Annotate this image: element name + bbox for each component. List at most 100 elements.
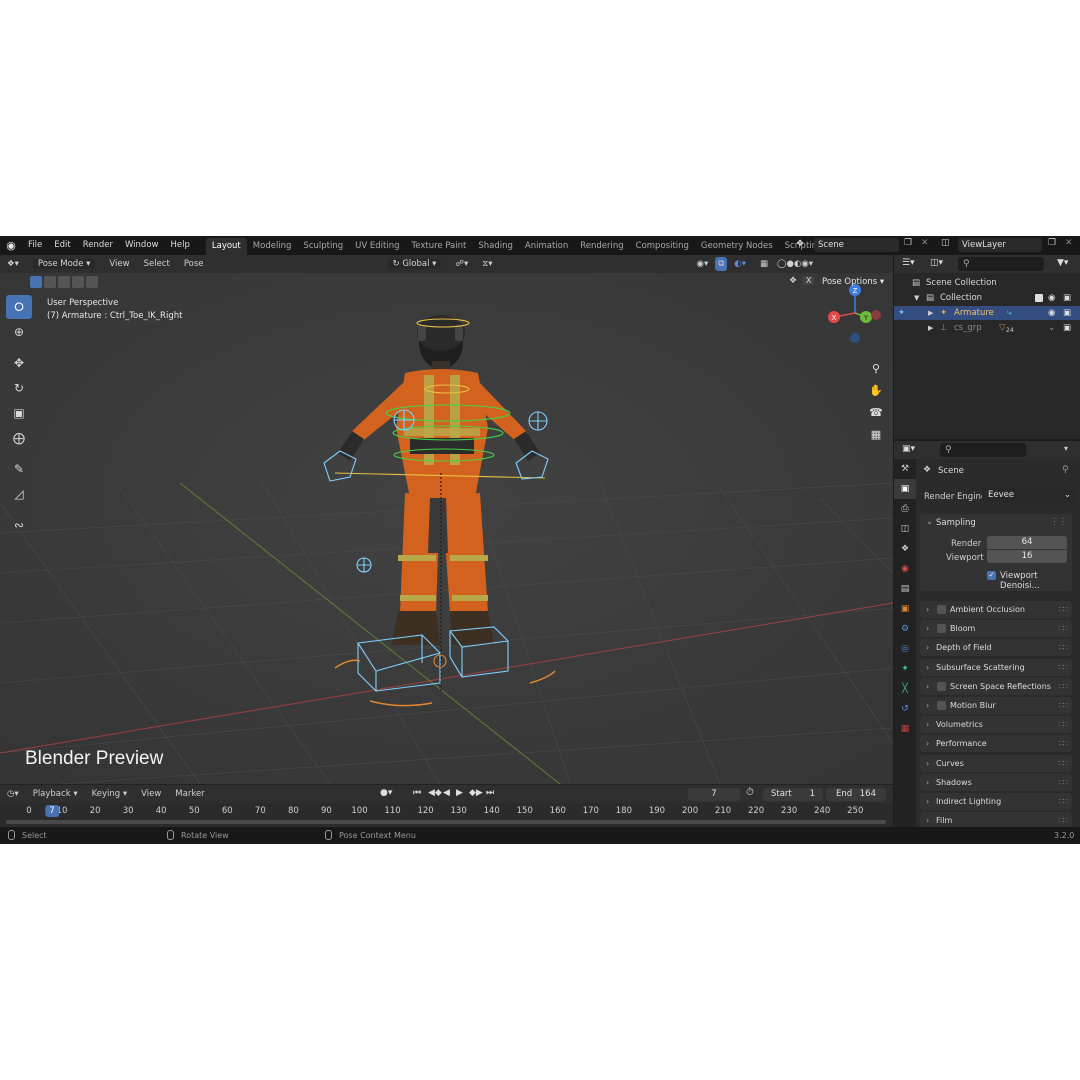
panel-indirect-lighting[interactable]: › Indirect Lighting ∷∷	[920, 793, 1072, 810]
object-tab-icon[interactable]: ▣	[894, 599, 916, 619]
armature-camera-icon[interactable]: ▣	[1063, 306, 1071, 320]
menu-window[interactable]: Window	[119, 236, 165, 255]
chevron-right-icon[interactable]: ›	[926, 697, 929, 714]
panel-drag-grip[interactable]: ∷∷	[1059, 735, 1068, 752]
armature-eye-icon[interactable]: ◉	[1048, 306, 1055, 320]
collection-checkbox[interactable]	[1035, 294, 1043, 302]
timeline-scrollbar[interactable]	[6, 820, 886, 824]
pin-icon[interactable]: ⚲	[1062, 465, 1069, 475]
armature-row[interactable]: ✦ ▶ ✦ Armature ⤷ ◉ ▣	[894, 306, 1080, 320]
menu-timeline-view[interactable]: View	[134, 785, 168, 803]
timeline-editor-icon[interactable]: ◷▾	[0, 785, 26, 803]
tab-rendering[interactable]: Rendering	[574, 238, 629, 255]
visibility-icon[interactable]: ◉▾	[690, 255, 716, 273]
zoom-icon[interactable]: ⚲	[866, 358, 886, 378]
snap-icon[interactable]: ⧖▾	[475, 255, 499, 273]
pose-options-dropdown[interactable]: Pose Options ▾	[822, 277, 884, 287]
jump-start-button[interactable]: ⏮	[413, 788, 421, 798]
scene-copy-icon[interactable]: ❐	[904, 238, 912, 248]
render-tab-icon[interactable]: ▣	[894, 479, 916, 499]
overlay-toggle-icon[interactable]: ◐▾	[727, 255, 753, 273]
pivot-icon[interactable]: ☍▾	[448, 255, 475, 273]
relax-tool[interactable]: ∾	[6, 513, 32, 537]
panel-drag-grip[interactable]: ∷∷	[1059, 697, 1068, 714]
panel-performance[interactable]: › Performance ∷∷	[920, 735, 1072, 753]
3d-viewport[interactable]: Z X Y User Perspective (7) Armature : Ct…	[0, 273, 893, 784]
sampling-chevron-icon[interactable]: ⌄	[926, 517, 933, 527]
panel-depth-of-field[interactable]: › Depth of Field ∷∷	[920, 639, 1072, 657]
prev-keyframe-button[interactable]: ◀◆	[428, 788, 442, 798]
scene-tab-icon[interactable]: ❖	[894, 539, 916, 559]
transform-tool[interactable]: ⨁	[6, 426, 32, 450]
tab-layout[interactable]: Layout	[205, 238, 247, 255]
gizmo-toggle-icon[interactable]: ⧉	[715, 257, 728, 271]
tab-texture-paint[interactable]: Texture Paint	[406, 238, 473, 255]
select-mode-subtract-icon[interactable]	[58, 276, 70, 288]
scale-tool[interactable]: ▣	[6, 401, 32, 425]
view-layer-copy-icon[interactable]: ❐	[1048, 238, 1056, 248]
chevron-right-icon[interactable]: ›	[926, 659, 929, 676]
sampling-title[interactable]: Sampling	[936, 518, 976, 528]
panel-drag-grip[interactable]: ∷∷	[1059, 639, 1068, 656]
view-layer-close-icon[interactable]: ✕	[1065, 238, 1073, 248]
ortho-grid-icon[interactable]: ▦	[866, 424, 886, 444]
blender-logo-icon[interactable]: ◉	[0, 236, 22, 255]
scene-collection-row[interactable]: ▤ Scene Collection	[894, 276, 1080, 290]
menu-edit[interactable]: Edit	[48, 236, 76, 255]
pose-options-icon[interactable]: ❖	[789, 276, 797, 286]
cs-grp-camera-icon[interactable]: ▣	[1063, 321, 1071, 335]
select-mode-extend-icon[interactable]	[44, 276, 56, 288]
tool-tab-icon[interactable]: ⚒	[894, 459, 916, 479]
panel-subsurface-scattering[interactable]: › Subsurface Scattering ∷∷	[920, 658, 1072, 676]
tab-compositing[interactable]: Compositing	[630, 238, 695, 255]
tab-uv-editing[interactable]: UV Editing	[349, 238, 405, 255]
panel-drag-grip[interactable]: ∷∷	[1059, 601, 1068, 618]
menu-help[interactable]: Help	[164, 236, 195, 255]
cursor-tool[interactable]: ⊕	[6, 320, 32, 344]
menu-render[interactable]: Render	[77, 236, 119, 255]
panel-ambient-occlusion[interactable]: › Ambient Occlusion ∷∷	[920, 601, 1072, 618]
collection-tab-icon[interactable]: ▤	[894, 579, 916, 599]
viewport-denoise-checkbox[interactable]: ✓	[987, 571, 996, 580]
tab-animation[interactable]: Animation	[519, 238, 574, 255]
properties-options-icon[interactable]: ▾	[1064, 444, 1068, 453]
panel-enable-checkbox[interactable]	[937, 681, 946, 691]
current-frame-field[interactable]: 7	[688, 788, 740, 801]
panel-curves[interactable]: › Curves ∷∷	[920, 754, 1072, 772]
viewport-samples-field[interactable]: 16	[987, 550, 1067, 563]
annotate-tool[interactable]: ✎	[6, 457, 32, 481]
next-keyframe-button[interactable]: ◆▶	[469, 788, 483, 798]
menu-keying[interactable]: Keying ▾	[85, 785, 135, 803]
menu-view[interactable]: View	[102, 255, 136, 273]
chevron-right-icon[interactable]: ›	[926, 639, 929, 656]
play-button[interactable]: ▶	[456, 788, 463, 798]
panel-drag-grip[interactable]: ∷∷	[1059, 678, 1068, 695]
tab-modeling[interactable]: Modeling	[247, 238, 298, 255]
cs-grp-eye-icon[interactable]: ⌄	[1048, 321, 1055, 335]
panel-volumetrics[interactable]: › Volumetrics ∷∷	[920, 716, 1072, 734]
menu-playback[interactable]: Playback ▾	[26, 785, 85, 803]
panel-drag-grip[interactable]: ∷∷	[1059, 793, 1068, 810]
tab-sculpting[interactable]: Sculpting	[297, 238, 349, 255]
cs-grp-expand-icon[interactable]: ▶	[928, 321, 933, 335]
scene-close-icon[interactable]: ✕	[921, 238, 929, 248]
stopwatch-icon[interactable]: ⏱	[746, 787, 754, 798]
panel-film[interactable]: › Film ∷∷	[920, 812, 1072, 827]
bone-constraint-tab-icon[interactable]: ↺	[894, 699, 916, 719]
select-mode-intersect-icon[interactable]	[86, 276, 98, 288]
sampling-grip[interactable]: ⋮⋮	[1050, 517, 1067, 527]
panel-enable-checkbox[interactable]	[937, 624, 946, 634]
chevron-right-icon[interactable]: ›	[926, 755, 929, 772]
display-mode-icon[interactable]: ◫▾	[930, 258, 943, 268]
properties-search-input[interactable]: ⚲	[940, 443, 1026, 457]
panel-bloom[interactable]: › Bloom ∷∷	[920, 620, 1072, 638]
menu-pose[interactable]: Pose	[177, 255, 211, 273]
select-box-tool[interactable]: ⭘	[6, 295, 32, 319]
measure-tool[interactable]: ◿	[6, 482, 32, 506]
render-samples-field[interactable]: 64	[987, 536, 1067, 549]
panel-screen-space-reflections[interactable]: › Screen Space Reflections ∷∷	[920, 677, 1072, 695]
physics-tab-icon[interactable]: ◎	[894, 639, 916, 659]
camera-view-icon[interactable]: ☎	[866, 402, 886, 422]
scene-icon[interactable]: ❖	[796, 239, 804, 249]
chevron-right-icon[interactable]: ›	[926, 812, 929, 827]
